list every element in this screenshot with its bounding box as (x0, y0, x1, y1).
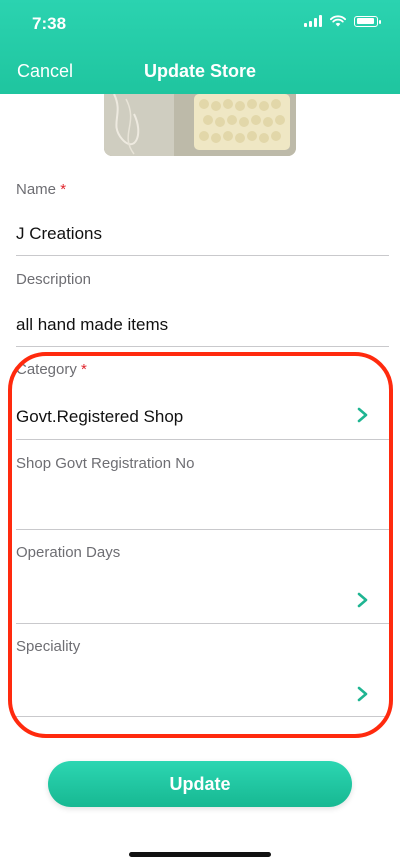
registration-field[interactable] (16, 497, 356, 517)
store-image[interactable] (104, 94, 296, 156)
divider (16, 346, 389, 347)
category-field[interactable]: Govt.Registered Shop (16, 407, 183, 427)
page-title: Update Store (143, 61, 257, 81)
speciality-field[interactable] (16, 684, 336, 704)
operation-days-label: Operation Days (16, 544, 121, 561)
registration-label: Shop Govt Registration No (16, 455, 195, 472)
required-mark: * (60, 181, 67, 198)
signal-icon (304, 15, 322, 27)
chevron-right-icon[interactable] (356, 592, 370, 608)
operation-days-field[interactable] (16, 590, 336, 610)
home-indicator (129, 852, 271, 857)
divider (16, 716, 389, 717)
description-label: Description (16, 271, 92, 288)
speciality-label: Speciality (16, 638, 81, 655)
navigation-header: 7:38 Cancel Update Store (0, 0, 400, 94)
category-label: Category * (16, 361, 87, 378)
divider (16, 439, 389, 440)
chevron-right-icon[interactable] (356, 407, 370, 423)
divider (16, 623, 389, 624)
status-icons (304, 15, 381, 27)
wifi-icon (330, 15, 346, 27)
update-button[interactable]: Update (48, 761, 352, 807)
description-field[interactable]: all hand made items (16, 315, 168, 335)
name-label: Name * (16, 181, 67, 198)
battery-icon (354, 15, 381, 27)
divider (16, 255, 389, 256)
divider (16, 529, 389, 530)
required-mark: * (81, 361, 87, 378)
status-time: 7:38 (32, 14, 67, 33)
name-field[interactable]: J Creations (16, 224, 102, 244)
chevron-right-icon[interactable] (356, 686, 370, 702)
